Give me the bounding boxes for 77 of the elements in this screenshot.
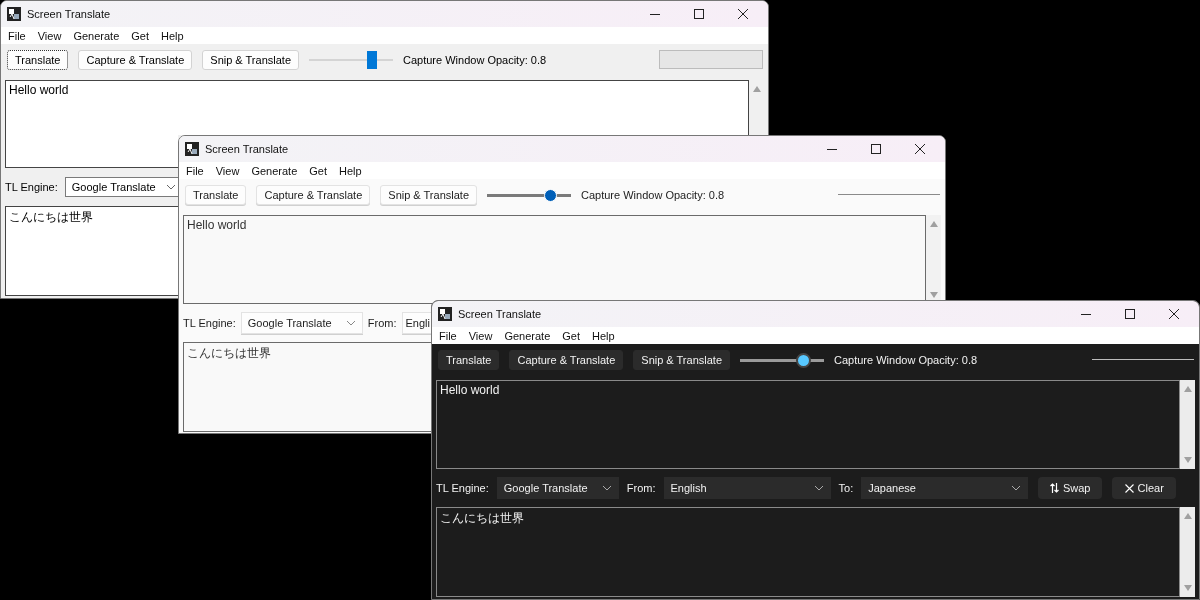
field-label: To: bbox=[838, 482, 854, 494]
scroll-up-icon bbox=[1183, 386, 1192, 392]
scroll-up-icon bbox=[929, 221, 938, 227]
opacity-label: Capture Window Opacity: 0.8 bbox=[834, 353, 978, 366]
toolbar-button[interactable]: Translate bbox=[185, 184, 247, 205]
menu-item[interactable]: Get bbox=[125, 29, 155, 42]
toolbar-button[interactable]: Capture & Translate bbox=[256, 184, 371, 205]
toolbar-button[interactable]: Translate bbox=[438, 349, 500, 370]
menu-item[interactable]: Generate bbox=[67, 29, 126, 42]
toolbar-button[interactable]: Snip & Translate bbox=[380, 184, 477, 205]
toolbar-button[interactable]: Capture & Translate bbox=[78, 49, 193, 70]
menu-item[interactable]: Generate bbox=[498, 329, 557, 342]
toolbar-button[interactable]: Translate bbox=[7, 49, 69, 70]
dropdown[interactable]: Google Translate bbox=[64, 177, 179, 197]
dropdown[interactable]: Google Translate bbox=[240, 312, 363, 334]
scroll-up-icon bbox=[752, 86, 761, 92]
dropdown[interactable]: English bbox=[663, 477, 831, 499]
menu-item[interactable]: View bbox=[462, 329, 499, 342]
dropdown[interactable]: Google Translate bbox=[496, 477, 619, 499]
source-text-box[interactable]: Hello world bbox=[183, 215, 926, 304]
menu-item[interactable]: File bbox=[2, 29, 32, 42]
close-icon[interactable] bbox=[738, 9, 748, 19]
window-title: Screen Translate bbox=[205, 143, 289, 155]
field-label: TL Engine: bbox=[436, 482, 489, 494]
field-label: From: bbox=[367, 317, 397, 329]
result-text-box[interactable]: こんにちは世界 bbox=[183, 342, 431, 432]
result-text-box[interactable]: こんにちは世界 bbox=[436, 507, 1180, 597]
menu-item[interactable]: File bbox=[433, 329, 463, 342]
opacity-slider[interactable] bbox=[309, 49, 393, 70]
result-text-box[interactable]: こんにちは世界 bbox=[5, 206, 178, 296]
chevron-icon bbox=[1011, 485, 1022, 491]
menu-item[interactable]: File bbox=[180, 164, 210, 177]
close-icon bbox=[1124, 483, 1134, 493]
scrollbar[interactable] bbox=[1180, 507, 1195, 597]
app-icon bbox=[7, 7, 21, 21]
source-text-box[interactable]: Hello world bbox=[5, 80, 749, 135]
menu-item[interactable]: View bbox=[31, 29, 68, 42]
app-icon bbox=[185, 142, 199, 156]
maximize-icon[interactable] bbox=[694, 9, 704, 19]
menu-item[interactable]: Help bbox=[333, 164, 368, 177]
dropdown[interactable]: Japanese bbox=[861, 477, 1029, 499]
menu-item[interactable]: Get bbox=[303, 164, 333, 177]
app-icon bbox=[438, 307, 452, 321]
chevron-icon bbox=[165, 184, 176, 190]
clear-button[interactable]: Clear bbox=[1112, 477, 1177, 499]
menu-item[interactable]: Generate bbox=[245, 164, 304, 177]
toolbar-button[interactable]: Snip & Translate bbox=[633, 349, 730, 370]
close-icon[interactable] bbox=[915, 144, 925, 154]
menu-item[interactable]: View bbox=[209, 164, 246, 177]
scroll-down-icon bbox=[1183, 585, 1192, 591]
close-icon[interactable] bbox=[1169, 309, 1179, 319]
field-label: TL Engine: bbox=[5, 181, 58, 193]
menu-item[interactable]: Help bbox=[155, 29, 190, 42]
scrollbar[interactable] bbox=[1180, 380, 1195, 469]
toolbar-button[interactable]: Snip & Translate bbox=[202, 49, 299, 70]
opacity-label: Capture Window Opacity: 0.8 bbox=[581, 188, 725, 201]
slider-thumb[interactable] bbox=[367, 50, 377, 69]
maximize-icon[interactable] bbox=[871, 144, 881, 154]
slider-thumb[interactable] bbox=[796, 352, 811, 368]
window-title: Screen Translate bbox=[458, 308, 542, 320]
menu-item[interactable]: Help bbox=[586, 329, 621, 342]
field-label: TL Engine: bbox=[183, 317, 236, 329]
scroll-down-icon bbox=[1183, 457, 1192, 463]
maximize-icon[interactable] bbox=[1125, 309, 1135, 319]
swap-button[interactable]: Swap bbox=[1038, 477, 1103, 499]
menu-item[interactable]: Get bbox=[556, 329, 586, 342]
toolbar-button[interactable]: Capture & Translate bbox=[509, 349, 624, 370]
field-label: From: bbox=[626, 482, 656, 494]
scroll-up-icon bbox=[1183, 513, 1192, 519]
swap-arrows-icon bbox=[1049, 483, 1059, 493]
source-text-box[interactable]: Hello world bbox=[436, 380, 1180, 469]
opacity-label: Capture Window Opacity: 0.8 bbox=[403, 53, 547, 66]
scroll-down-icon bbox=[929, 292, 938, 298]
chevron-icon bbox=[813, 485, 824, 491]
chevron-icon bbox=[345, 320, 356, 326]
window-title: Screen Translate bbox=[27, 8, 111, 20]
chevron-icon bbox=[601, 485, 612, 491]
